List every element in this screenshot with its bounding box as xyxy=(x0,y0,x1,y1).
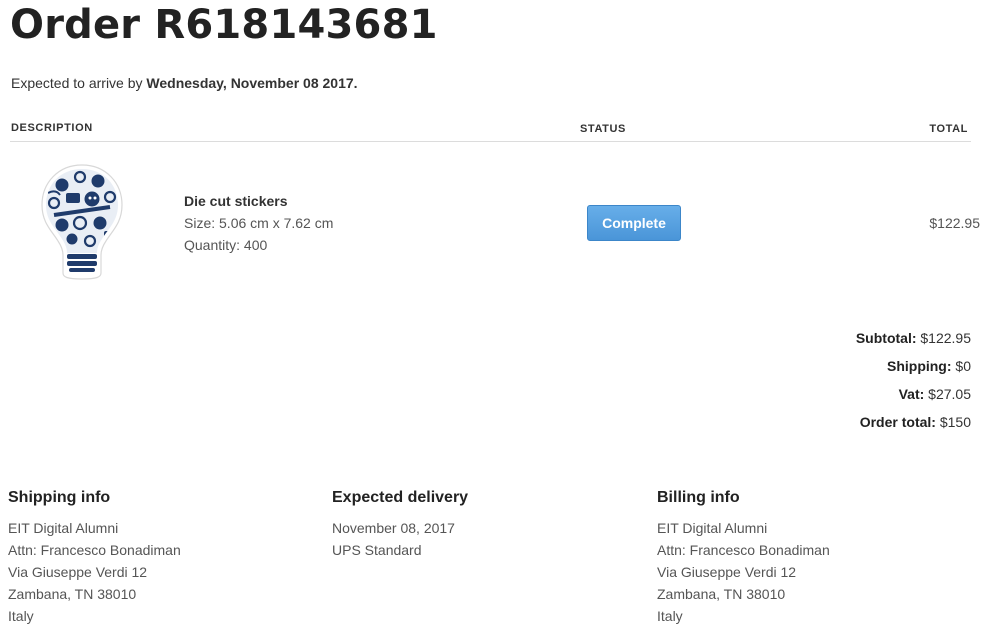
column-header-status: STATUS xyxy=(580,123,626,135)
expected-delivery-heading: Expected delivery xyxy=(332,489,469,506)
billing-info-line: Zambana, TN 38010 xyxy=(657,586,786,602)
subtotal-label: Subtotal: xyxy=(855,330,917,346)
shipping-info-line: EIT Digital Alumni xyxy=(8,520,119,536)
subtotal-value: $122.95 xyxy=(920,330,971,346)
column-header-description: DESCRIPTION xyxy=(11,122,93,134)
order-total-label: Order total: xyxy=(859,414,936,430)
order-total-row: Order total: $150 xyxy=(856,413,971,441)
expected-arrival-prefix: Expected to arrive by xyxy=(11,75,147,91)
shipping-label: Shipping: xyxy=(886,358,952,374)
billing-info-line: EIT Digital Alumni xyxy=(657,520,768,536)
shipping-info-line: Attn: Francesco Bonadiman xyxy=(8,542,181,558)
expected-arrival-date: Wednesday, November 08 2017. xyxy=(146,75,358,91)
expected-delivery-line: November 08, 2017 xyxy=(332,520,455,536)
order-totals: Subtotal: $122.95 Shipping: $0 Vat: $27.… xyxy=(856,329,971,441)
expected-delivery-line: UPS Standard xyxy=(332,542,422,558)
item-quantity: Quantity: 400 xyxy=(184,237,268,253)
shipping-info-line: Zambana, TN 38010 xyxy=(8,586,137,602)
lightbulb-sticker-image[interactable] xyxy=(40,163,124,281)
table-header-divider xyxy=(10,141,971,142)
item-size: Size: 5.06 cm x 7.62 cm xyxy=(184,215,334,231)
status-complete-button[interactable]: Complete xyxy=(587,205,681,241)
expected-delivery-section: Expected delivery November 08, 2017 UPS … xyxy=(332,487,632,561)
expected-arrival-text: Expected to arrive by Wednesday, Novembe… xyxy=(11,75,358,91)
order-page: Order R618143681 Expected to arrive by W… xyxy=(0,0,988,631)
subtotal-row: Subtotal: $122.95 xyxy=(856,329,971,357)
billing-info-line: Italy xyxy=(657,608,683,624)
page-title: Order R618143681 xyxy=(10,2,438,48)
shipping-value: $0 xyxy=(955,358,971,374)
billing-info-section: Billing info EIT Digital Alumni Attn: Fr… xyxy=(657,487,957,627)
vat-row: Vat: $27.05 xyxy=(856,385,971,413)
item-name[interactable]: Die cut stickers xyxy=(184,193,288,209)
order-total-value: $150 xyxy=(939,414,971,430)
shipping-info-section: Shipping info EIT Digital Alumni Attn: F… xyxy=(8,487,308,627)
shipping-info-line: Italy xyxy=(8,608,34,624)
billing-info-heading: Billing info xyxy=(657,489,740,506)
shipping-info-heading: Shipping info xyxy=(8,489,111,506)
column-header-total: TOTAL xyxy=(929,123,968,135)
item-total: $122.95 xyxy=(929,215,980,231)
vat-value: $27.05 xyxy=(928,386,971,402)
vat-label: Vat: xyxy=(898,386,925,402)
shipping-row: Shipping: $0 xyxy=(856,357,971,385)
billing-info-line: Attn: Francesco Bonadiman xyxy=(657,542,830,558)
shipping-info-line: Via Giuseppe Verdi 12 xyxy=(8,564,148,580)
billing-info-line: Via Giuseppe Verdi 12 xyxy=(657,564,797,580)
